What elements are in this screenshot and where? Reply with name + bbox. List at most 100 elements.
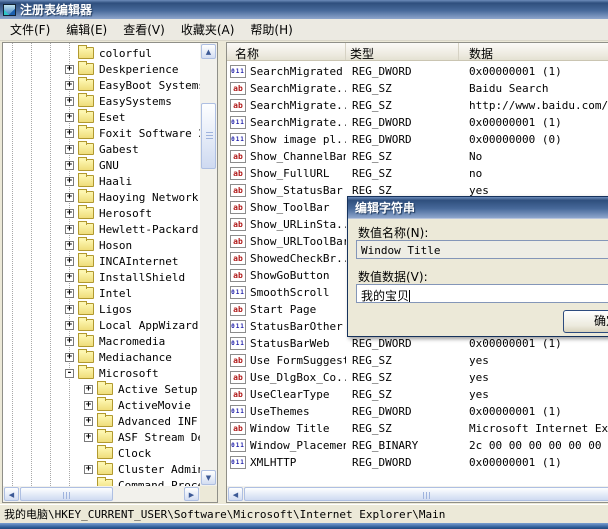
scroll-right-icon[interactable]: ▶ bbox=[184, 487, 199, 501]
scroll-up-icon[interactable]: ▲ bbox=[201, 44, 216, 59]
tree-node[interactable]: + GNU bbox=[3, 157, 200, 173]
expand-toggle-icon[interactable]: + bbox=[65, 193, 74, 202]
menu-item[interactable]: 帮助(H) bbox=[242, 19, 300, 40]
registry-value-row[interactable]: 011 StatusBarWeb REG_DWORD 0x00000001 (1… bbox=[227, 335, 608, 352]
tree-node[interactable]: + INCAInternet bbox=[3, 253, 200, 269]
value-name: Show image pl... bbox=[250, 133, 346, 146]
menu-item[interactable]: 收藏夹(A) bbox=[173, 19, 243, 40]
expand-toggle-icon[interactable]: + bbox=[84, 417, 93, 426]
scroll-left-icon[interactable]: ◀ bbox=[228, 487, 243, 501]
column-header[interactable]: 类型 bbox=[346, 43, 459, 60]
tree-node[interactable]: + Intel bbox=[3, 285, 200, 301]
value-data: No bbox=[459, 150, 608, 163]
registry-value-row[interactable]: 011 UseThemes REG_DWORD 0x00000001 (1) bbox=[227, 403, 608, 420]
menu-item[interactable]: 编辑(E) bbox=[58, 19, 115, 40]
tree-horizontal-scrollbar[interactable]: ◀ ▶ bbox=[3, 486, 200, 502]
registry-value-row[interactable]: ab SearchMigrate... REG_SZ http://www.ba… bbox=[227, 97, 608, 114]
expand-toggle-icon[interactable]: + bbox=[65, 257, 74, 266]
value-type: REG_SZ bbox=[346, 99, 459, 112]
panel-splitter[interactable] bbox=[218, 42, 226, 503]
tree-hscroll-thumb[interactable] bbox=[20, 487, 113, 501]
expand-toggle-icon[interactable]: + bbox=[65, 353, 74, 362]
tree-node[interactable]: + Ligos bbox=[3, 301, 200, 317]
expand-toggle-icon[interactable]: + bbox=[65, 113, 74, 122]
registry-value-row[interactable]: 011 Window_Placement REG_BINARY 2c 00 00… bbox=[227, 437, 608, 454]
expand-toggle-icon[interactable]: + bbox=[65, 241, 74, 250]
tree-node[interactable]: + InstallShield bbox=[3, 269, 200, 285]
tree-node[interactable]: + Foxit Software 2 bbox=[3, 125, 200, 141]
tree-node[interactable]: + Cluster Admin bbox=[3, 461, 200, 477]
registry-tree[interactable]: colorful + Deskperience + EasyBoot Syste… bbox=[3, 43, 200, 486]
tree-node[interactable]: - Microsoft bbox=[3, 365, 200, 381]
expand-toggle-icon[interactable]: - bbox=[65, 369, 74, 378]
column-header[interactable]: 名称 bbox=[227, 43, 346, 60]
tree-node[interactable]: + Deskperience bbox=[3, 61, 200, 77]
tree-node-label: colorful bbox=[99, 47, 152, 60]
expand-toggle-icon[interactable]: + bbox=[84, 465, 93, 474]
tree-node[interactable]: Clock bbox=[3, 445, 200, 461]
tree-node[interactable]: + Mediachance bbox=[3, 349, 200, 365]
value-data-input[interactable]: 我的宝贝 bbox=[356, 284, 608, 303]
tree-node[interactable]: + Local AppWizard- bbox=[3, 317, 200, 333]
list-horizontal-scrollbar[interactable]: ◀ bbox=[227, 486, 608, 502]
tree-vscroll-thumb[interactable] bbox=[201, 103, 216, 169]
tree-node[interactable]: + ASF Stream De bbox=[3, 429, 200, 445]
expand-toggle-icon[interactable]: + bbox=[65, 289, 74, 298]
expand-toggle-icon[interactable]: + bbox=[65, 177, 74, 186]
scroll-down-icon[interactable]: ▼ bbox=[201, 470, 216, 485]
expand-toggle-icon[interactable]: + bbox=[65, 273, 74, 282]
menu-item[interactable]: 查看(V) bbox=[115, 19, 173, 40]
tree-node[interactable]: + EasyBoot Systems bbox=[3, 77, 200, 93]
expand-toggle-icon[interactable]: + bbox=[65, 161, 74, 170]
registry-value-row[interactable]: ab Show_FullURL REG_SZ no bbox=[227, 165, 608, 182]
tree-node[interactable]: + Haali bbox=[3, 173, 200, 189]
registry-value-row[interactable]: ab Window Title REG_SZ Microsoft Interne… bbox=[227, 420, 608, 437]
expand-toggle-icon[interactable]: + bbox=[65, 145, 74, 154]
list-hscroll-thumb[interactable] bbox=[244, 487, 608, 501]
expand-toggle-icon[interactable]: + bbox=[65, 65, 74, 74]
expand-toggle-icon[interactable]: + bbox=[65, 305, 74, 314]
ok-button[interactable]: 确定 bbox=[563, 310, 608, 333]
expand-toggle-icon[interactable]: + bbox=[65, 129, 74, 138]
registry-value-row[interactable]: ab SearchMigrate... REG_SZ Baidu Search bbox=[227, 80, 608, 97]
value-data: Baidu Search bbox=[459, 82, 608, 95]
tree-node[interactable]: colorful bbox=[3, 45, 200, 61]
registry-value-row[interactable]: ab Use_DlgBox_Co... REG_SZ yes bbox=[227, 369, 608, 386]
tree-node[interactable]: + Advanced INF bbox=[3, 413, 200, 429]
expand-toggle-icon[interactable]: + bbox=[65, 209, 74, 218]
registry-value-row[interactable]: 011 SearchMigrate... REG_DWORD 0x0000000… bbox=[227, 114, 608, 131]
dialog-title-bar[interactable]: 编辑字符串 bbox=[348, 197, 608, 218]
tree-vertical-scrollbar[interactable]: ▲ ▼ bbox=[200, 43, 217, 486]
expand-toggle-icon[interactable]: + bbox=[84, 401, 93, 410]
registry-value-row[interactable]: 011 SearchMigrated REG_DWORD 0x00000001 … bbox=[227, 63, 608, 80]
tree-node[interactable]: + EasySystems bbox=[3, 93, 200, 109]
expand-toggle-icon[interactable]: + bbox=[65, 81, 74, 90]
registry-value-row[interactable]: ab UseClearType REG_SZ yes bbox=[227, 386, 608, 403]
registry-value-row[interactable]: 011 Show image pl... REG_DWORD 0x0000000… bbox=[227, 131, 608, 148]
tree-node[interactable]: + ActiveMovie bbox=[3, 397, 200, 413]
title-bar[interactable]: 注册表编辑器 bbox=[0, 0, 608, 19]
expand-toggle-icon[interactable]: + bbox=[65, 321, 74, 330]
column-header[interactable]: 数据 bbox=[459, 43, 608, 60]
expand-toggle-icon[interactable]: + bbox=[84, 433, 93, 442]
menu-item[interactable]: 文件(F) bbox=[2, 19, 58, 40]
expand-toggle-icon[interactable]: + bbox=[84, 385, 93, 394]
registry-value-row[interactable]: 011 XMLHTTP REG_DWORD 0x00000001 (1) bbox=[227, 454, 608, 471]
expand-toggle-icon[interactable]: + bbox=[65, 337, 74, 346]
tree-node[interactable]: + Haoying Network bbox=[3, 189, 200, 205]
tree-node[interactable]: + Gabest bbox=[3, 141, 200, 157]
tree-node[interactable]: + Hewlett-Packard bbox=[3, 221, 200, 237]
tree-node[interactable]: + Macromedia bbox=[3, 333, 200, 349]
tree-node[interactable]: Command Proce bbox=[3, 477, 200, 486]
tree-node[interactable]: + Herosoft bbox=[3, 205, 200, 221]
tree-node[interactable]: + Eset bbox=[3, 109, 200, 125]
tree-node[interactable]: + Active Setup bbox=[3, 381, 200, 397]
value-name-input[interactable]: Window Title bbox=[356, 240, 608, 259]
value-type: REG_SZ bbox=[346, 388, 459, 401]
registry-value-row[interactable]: ab Show_ChannelBand REG_SZ No bbox=[227, 148, 608, 165]
scroll-left-icon[interactable]: ◀ bbox=[4, 487, 19, 501]
tree-node[interactable]: + Hoson bbox=[3, 237, 200, 253]
registry-value-row[interactable]: ab Use FormSuggest REG_SZ yes bbox=[227, 352, 608, 369]
expand-toggle-icon[interactable]: + bbox=[65, 97, 74, 106]
expand-toggle-icon[interactable]: + bbox=[65, 225, 74, 234]
